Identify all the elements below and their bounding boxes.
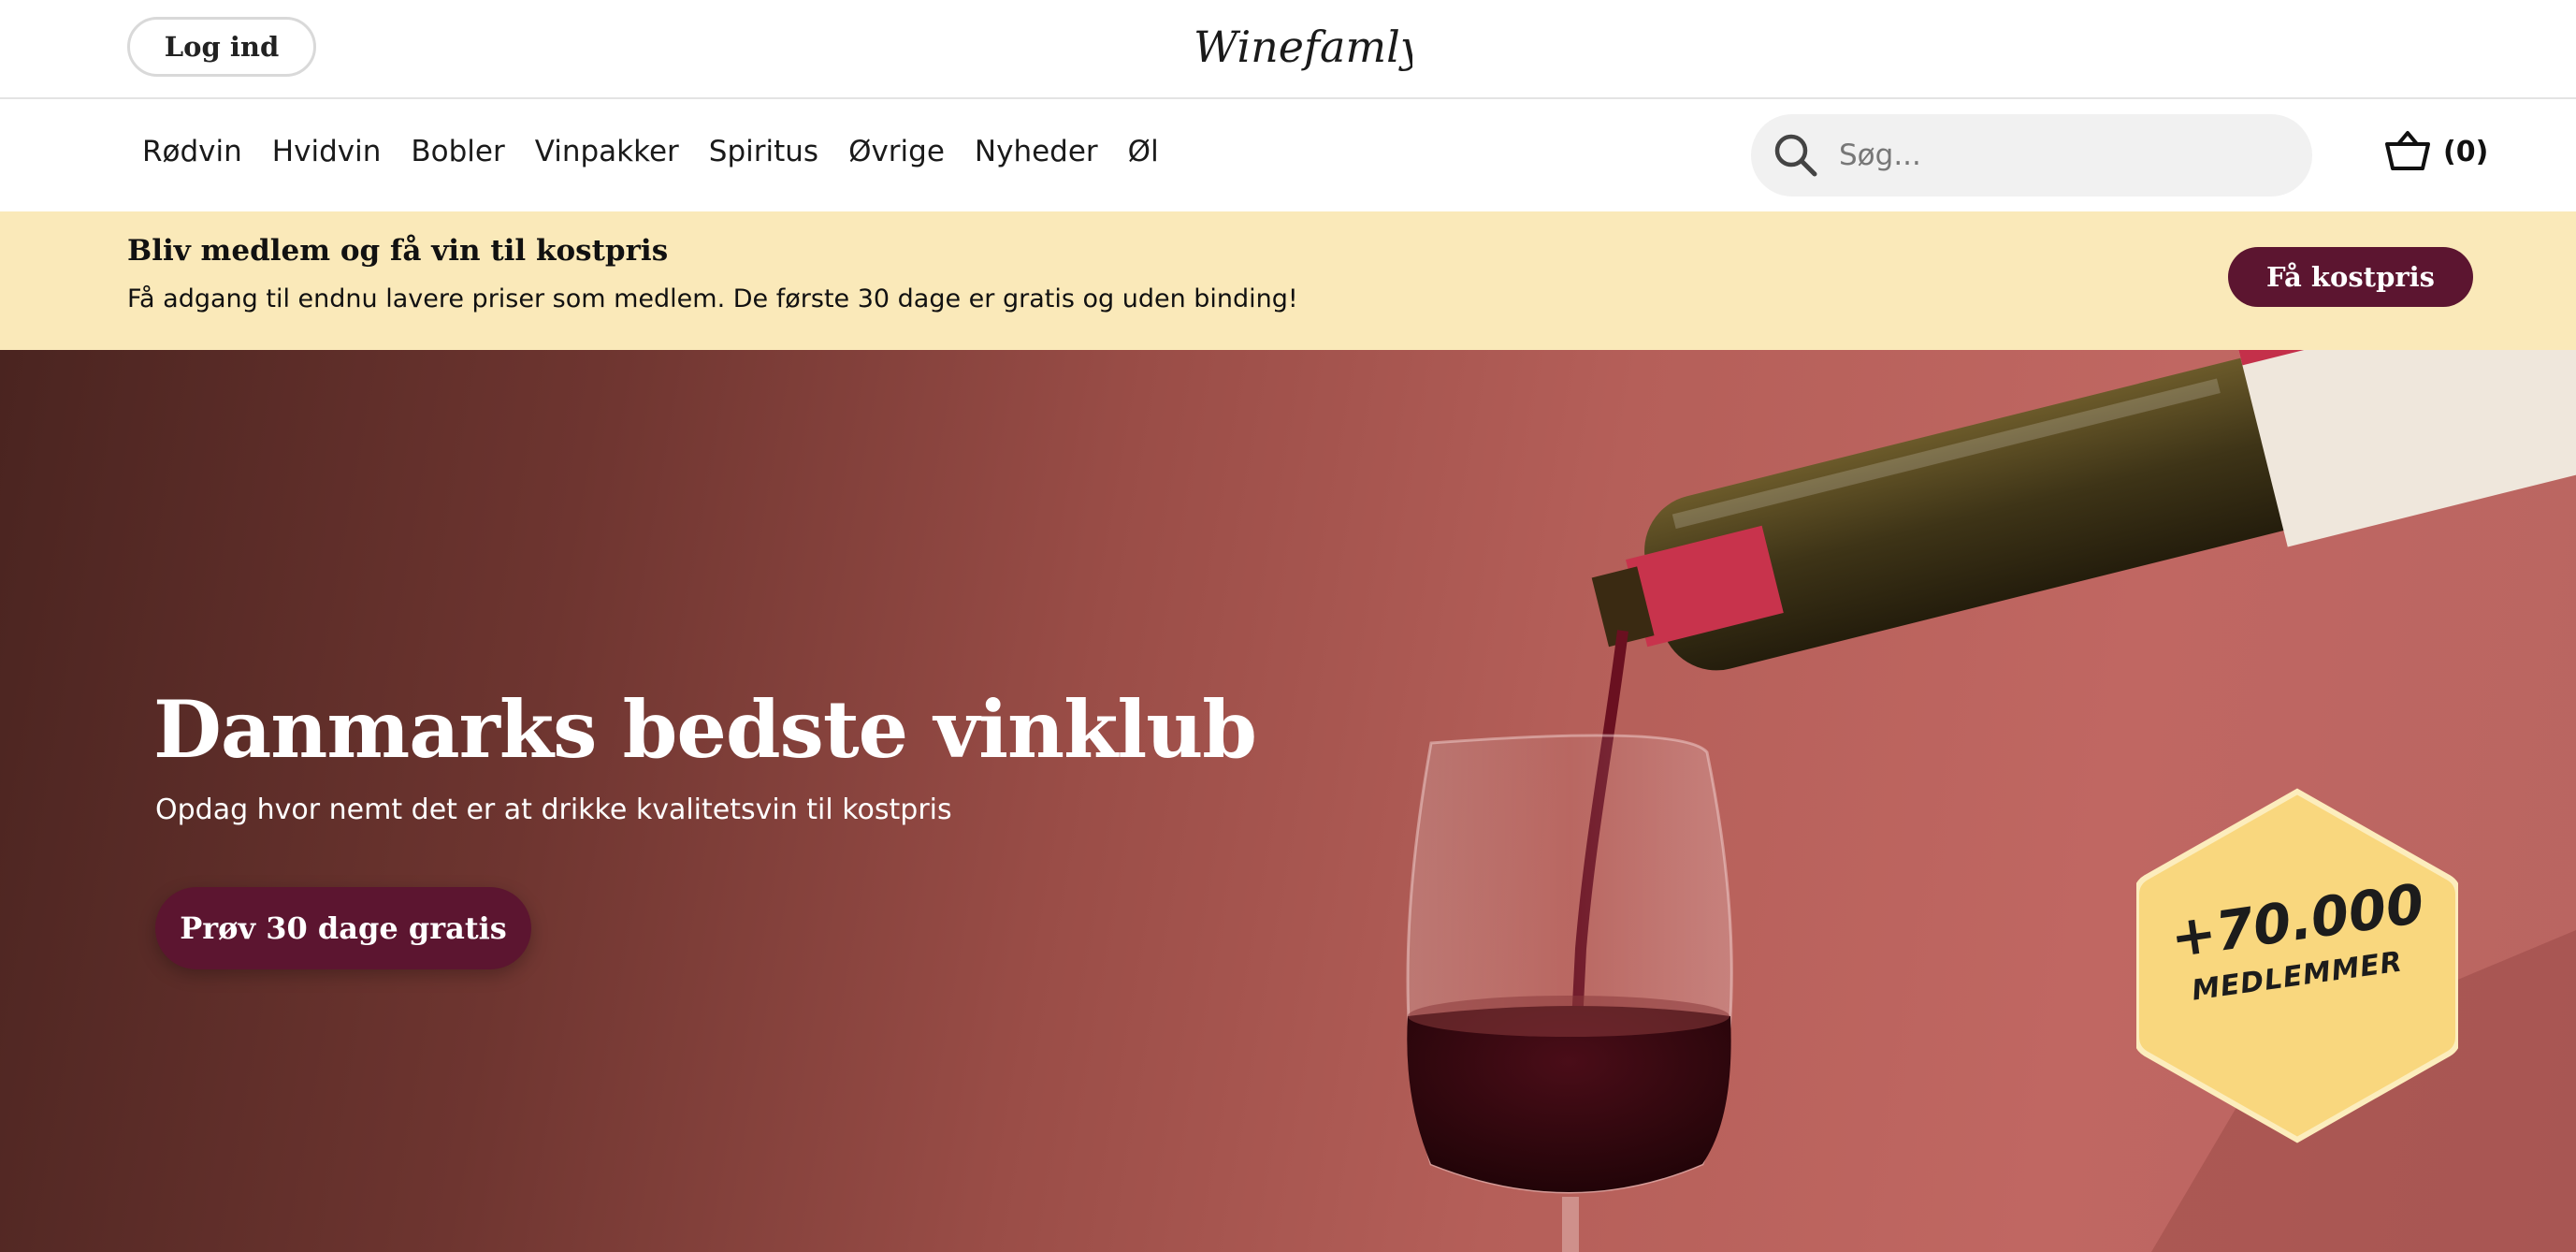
winefamly-logo[interactable]: Winefamly (1188, 9, 1412, 84)
cart-count: (0) (2443, 135, 2489, 168)
nav-menu: Rødvin Hvidvin Bobler Vinpakker Spiritus… (142, 135, 1159, 168)
membership-banner: Bliv medlem og få vin til kostpris Få ad… (0, 211, 2576, 350)
nav-item-ol[interactable]: Øl (1128, 135, 1159, 168)
banner-title: Bliv medlem og få vin til kostpris (127, 234, 669, 268)
hero-section: Danmarks bedste vinklub Opdag hvor nemt … (0, 350, 2576, 1252)
members-badge: +70.000 MEDLEMMER (2134, 786, 2461, 1145)
search-input[interactable] (1839, 138, 2288, 172)
nav-item-spiritus[interactable]: Spiritus (709, 135, 818, 168)
search-icon[interactable] (1770, 129, 1822, 182)
hero-title: Danmarks bedste vinklub (153, 683, 1257, 776)
hero-subtitle: Opdag hvor nemt det er at drikke kvalite… (155, 793, 952, 826)
nav-item-vinpakker[interactable]: Vinpakker (535, 135, 679, 168)
top-bar: Log ind Winefamly (0, 0, 2576, 99)
banner-text: Få adgang til endnu lavere priser som me… (127, 284, 1298, 313)
logo-text: Winefamly (1194, 22, 1412, 72)
main-nav: Rødvin Hvidvin Bobler Vinpakker Spiritus… (0, 101, 2576, 211)
cart-button[interactable]: (0) (2383, 129, 2488, 174)
nav-item-rodvin[interactable]: Rødvin (142, 135, 242, 168)
nav-item-ovrige[interactable]: Øvrige (848, 135, 945, 168)
search-bar[interactable] (1751, 114, 2312, 197)
nav-item-hvidvin[interactable]: Hvidvin (272, 135, 382, 168)
try-free-button[interactable]: Prøv 30 dage gratis (155, 887, 531, 969)
get-cost-price-button[interactable]: Få kostpris (2228, 247, 2473, 307)
nav-item-bobler[interactable]: Bobler (411, 135, 504, 168)
basket-icon (2385, 131, 2430, 170)
nav-item-nyheder[interactable]: Nyheder (975, 135, 1098, 168)
login-button[interactable]: Log ind (127, 17, 316, 77)
